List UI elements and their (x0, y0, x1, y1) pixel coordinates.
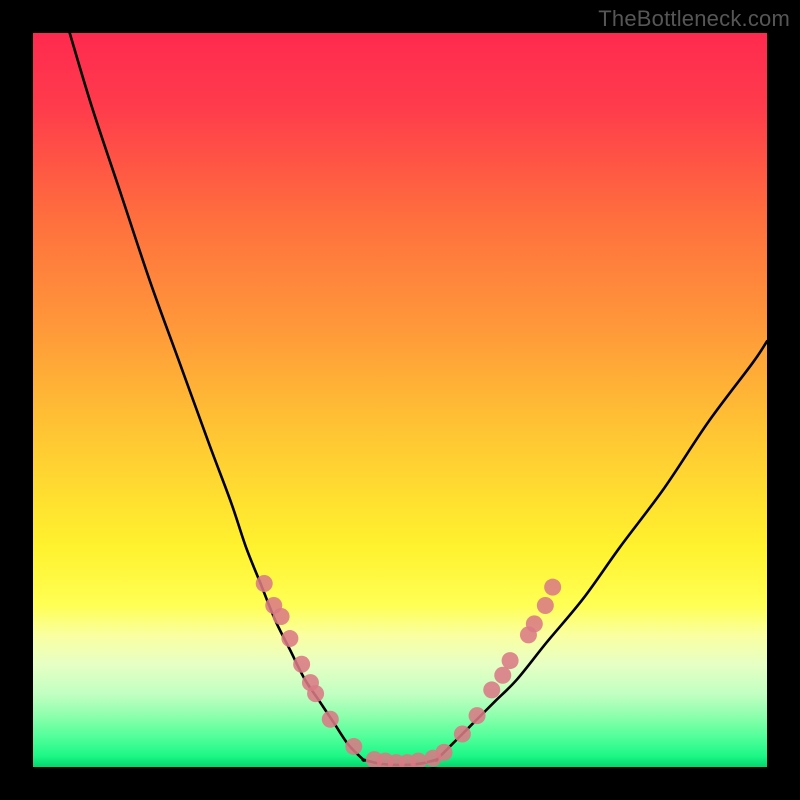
curve-layer (33, 33, 767, 767)
data-marker (526, 615, 543, 632)
data-marker (307, 685, 324, 702)
valley-curve (70, 33, 767, 765)
data-marker (293, 656, 310, 673)
data-marker (483, 681, 500, 698)
data-marker (502, 652, 519, 669)
chart-stage: TheBottleneck.com (0, 0, 800, 800)
data-marker (436, 744, 453, 761)
data-marker (494, 667, 511, 684)
data-marker (273, 608, 290, 625)
data-marker (537, 597, 554, 614)
data-marker (469, 707, 486, 724)
data-marker (256, 575, 273, 592)
plot-area (33, 33, 767, 767)
watermark-text: TheBottleneck.com (598, 6, 790, 32)
data-marker (322, 711, 339, 728)
data-marker (345, 738, 362, 755)
data-marker (544, 579, 561, 596)
data-marker (454, 725, 471, 742)
data-marker (281, 630, 298, 647)
data-marker (410, 753, 427, 767)
